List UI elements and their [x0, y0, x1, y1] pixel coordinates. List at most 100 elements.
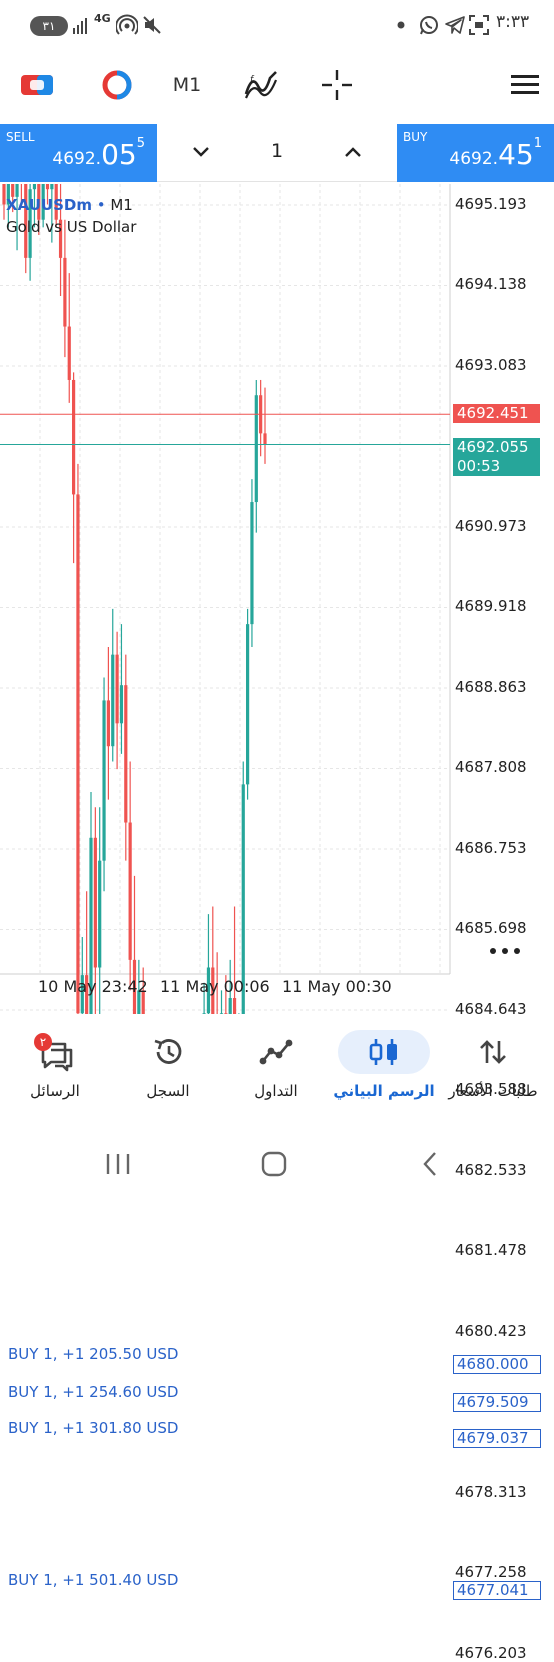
chart-type-button[interactable] [92, 54, 142, 116]
order-label: BUY 1, +1 254.60 USD [8, 1382, 179, 1401]
candle-body [72, 379, 76, 495]
nav-history-label: السجل [146, 1082, 190, 1100]
volume-decrease-icon[interactable] [191, 144, 211, 160]
svg-text:f: f [250, 75, 255, 85]
order-label: BUY 1, +1 205.50 USD [8, 1345, 179, 1364]
order-label: BUY 1, +1 501.40 USD [8, 1571, 179, 1590]
buy-price: 4692.451 [449, 136, 542, 171]
screenshot-icon [469, 15, 489, 35]
nav-messages-icon-wrap: ٢ [9, 1030, 101, 1074]
y-tick-label: 4685.698 [455, 919, 527, 938]
sell-label: SELL [6, 130, 35, 144]
candle-body [246, 624, 250, 785]
nav-history[interactable]: السجل [113, 1014, 223, 1124]
bid-price-label: 4692.055 [453, 438, 540, 458]
clock: ٣:٣٣ [496, 12, 530, 32]
system-navigation [0, 1128, 554, 1200]
crosshair-icon [322, 70, 352, 100]
recent-apps-icon[interactable] [104, 1152, 134, 1176]
candle-body [67, 326, 71, 380]
y-tick-label: 4681.478 [455, 1241, 527, 1260]
volume-increase-icon[interactable] [343, 144, 363, 160]
trade-panel: SELL 4692.055 1 BUY 4692.451 [0, 124, 554, 182]
y-tick-label: 4688.863 [455, 677, 527, 696]
candle-body [263, 433, 267, 445]
y-tick-label: 4695.193 [455, 195, 527, 213]
nav-quotes-label: طلبات الأسعار [448, 1082, 538, 1100]
timeframe-label: M1 [172, 74, 202, 96]
messages-icon: ٢ [34, 1033, 73, 1072]
y-tick-label: 4694.138 [455, 275, 527, 294]
candle-body [106, 700, 110, 747]
y-tick-label: 4693.083 [455, 355, 527, 374]
bar-countdown: 00:53 [453, 457, 540, 477]
home-icon[interactable] [260, 1150, 288, 1178]
y-tick-label: 4680.423 [455, 1321, 527, 1340]
network-4g-icon: 4G [94, 12, 111, 25]
candle-body [250, 502, 254, 625]
dot-icon [397, 21, 405, 29]
more-options-icon[interactable] [488, 944, 522, 958]
timeframe-button[interactable]: M1 [162, 54, 212, 116]
y-tick-label: 4689.918 [455, 597, 527, 616]
chart-type-icon [102, 70, 132, 100]
trade-icon [259, 1039, 293, 1065]
nav-chart-icon-wrap [338, 1030, 430, 1074]
order-price-label: 4679.037 [453, 1428, 541, 1448]
volume-control: 1 [157, 124, 397, 182]
nav-trade-icon-wrap [230, 1030, 322, 1074]
menu-button[interactable] [500, 54, 550, 116]
sell-button[interactable]: SELL 4692.055 [0, 124, 157, 182]
ask-price-label: 4692.451 [453, 404, 540, 424]
y-tick-label: 4677.258 [455, 1563, 527, 1582]
volume-input[interactable]: 1 [265, 140, 289, 162]
back-icon[interactable] [420, 1150, 440, 1178]
y-tick-label: 4686.753 [455, 838, 527, 857]
nav-trade-label: التداول [254, 1082, 298, 1100]
one-click-trading-button[interactable] [12, 54, 62, 116]
candle-body [115, 654, 119, 724]
candle-body [76, 494, 80, 1014]
y-tick-label: 4676.203 [455, 1643, 527, 1662]
y-tick-label: 4678.313 [455, 1482, 527, 1501]
candle-body [102, 700, 106, 861]
candle-body [50, 184, 54, 190]
whatsapp-icon [420, 16, 438, 35]
buy-label: BUY [403, 130, 428, 144]
history-icon [154, 1039, 182, 1064]
buy-button[interactable]: BUY 4692.451 [397, 124, 554, 182]
x-tick-label: 11 May 00:06 [160, 977, 270, 996]
crosshair-button[interactable] [312, 54, 362, 116]
candle-body [124, 685, 128, 823]
indicators-button[interactable]: f [236, 54, 286, 116]
sell-price: 4692.055 [52, 136, 145, 171]
candle-body [15, 184, 19, 197]
price-chart[interactable]: XAUUSDm • M1 Gold vs US Dollar 4695.193 4… [0, 184, 554, 1662]
nav-history-icon-wrap [122, 1030, 214, 1074]
hotspot-icon [116, 14, 138, 35]
y-tick-label: 4687.808 [455, 758, 527, 777]
nav-messages[interactable]: ٢ الرسائل [0, 1014, 110, 1124]
bottom-navigation: ٢ الرسائل السجل التداول الرسم البياني طل… [0, 1014, 554, 1124]
candle-body [111, 654, 115, 747]
x-tick-label: 11 May 00:30 [282, 977, 392, 996]
candle-body [98, 860, 102, 968]
candle-body [32, 184, 37, 190]
nav-trade[interactable]: التداول [221, 1014, 331, 1124]
y-tick-label: 4690.973 [455, 516, 527, 535]
chart-title: XAUUSDm • M1 [6, 196, 133, 214]
quotes-icon [480, 1040, 506, 1064]
nav-quotes[interactable]: طلبات الأسعار [438, 1014, 548, 1124]
menu-icon [511, 75, 539, 94]
nav-messages-label: الرسائل [30, 1082, 80, 1100]
candle-body [128, 822, 132, 960]
nav-chart-label: الرسم البياني [333, 1082, 435, 1100]
nav-chart[interactable]: الرسم البياني [329, 1014, 439, 1124]
nav-quotes-icon-wrap [447, 1030, 539, 1074]
order-price-label: 4679.509 [453, 1392, 541, 1412]
candle-body [119, 685, 124, 724]
battery-icon: ٣١ [30, 16, 68, 36]
candle-body [63, 257, 67, 327]
x-tick-label: 10 May 23:42 [38, 977, 148, 996]
chart-description: Gold vs US Dollar [6, 218, 137, 236]
